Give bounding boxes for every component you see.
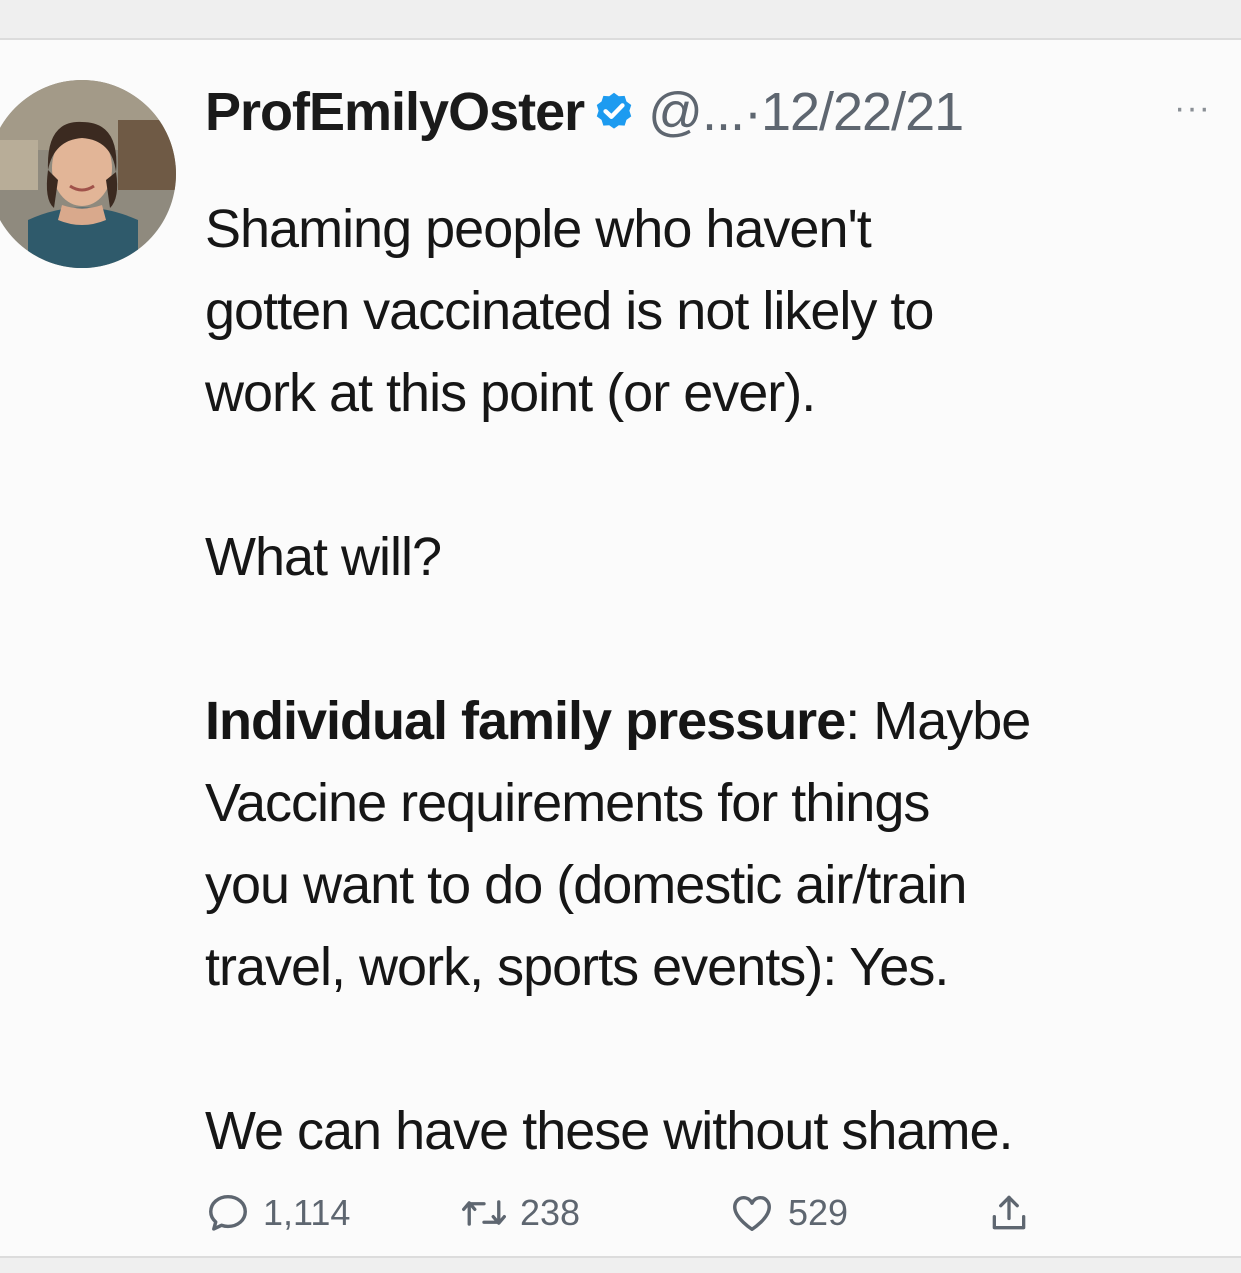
like-button[interactable]: 529 <box>728 1188 848 1238</box>
retweet-icon <box>462 1200 506 1226</box>
tweet-text-line: What will? <box>205 527 442 587</box>
reply-count: 1,114 <box>263 1192 351 1233</box>
share-button[interactable] <box>987 1188 1031 1238</box>
text-run: : Maybe <box>845 691 1031 751</box>
like-icon <box>733 1195 771 1232</box>
share-icon <box>992 1195 1026 1230</box>
verified-badge-icon <box>592 90 636 134</box>
avatar-image <box>0 80 176 268</box>
display-name[interactable]: ProfEmilyOster <box>205 81 585 143</box>
tweet-text-line: travel, work, sports events): Yes. <box>205 937 949 997</box>
tweet-header: ProfEmilyOster @... · 12/22/21 <box>205 80 964 144</box>
tweet-text-line: Individual family pressure: Maybe <box>205 680 1215 762</box>
reply-icon <box>209 1194 247 1231</box>
avatar[interactable] <box>0 80 176 268</box>
tweet-text-line: you want to do (domestic air/train <box>205 855 967 915</box>
reply-button[interactable]: 1,114 <box>205 1188 350 1238</box>
retweet-count: 238 <box>520 1192 581 1233</box>
more-icon[interactable]: ··· <box>1174 91 1211 125</box>
tweet-text: Shaming people who haven't gotten vaccin… <box>205 188 1215 1172</box>
retweet-button[interactable]: 238 <box>460 1188 580 1238</box>
tweet-actions: 1,114 238 529 <box>205 1188 1105 1238</box>
handle[interactable]: @... <box>648 81 745 143</box>
tweet-card[interactable]: ProfEmilyOster @... · 12/22/21 ··· Shami… <box>0 38 1241 1258</box>
header-separator: · <box>743 82 762 142</box>
tweet-text-line: gotten vaccinated is not likely to <box>205 281 934 341</box>
tweet-date[interactable]: 12/22/21 <box>761 81 964 143</box>
tweet-text-line: work at this point (or ever). <box>205 363 816 423</box>
tweet-text-line: Shaming people who haven't <box>205 199 872 259</box>
tweet-text-line: Vaccine requirements for things <box>205 773 930 833</box>
tweet-text-line: We can have these without shame. <box>205 1101 1013 1161</box>
bold-text: Individual family pressure <box>205 691 846 751</box>
like-count: 529 <box>788 1192 849 1233</box>
